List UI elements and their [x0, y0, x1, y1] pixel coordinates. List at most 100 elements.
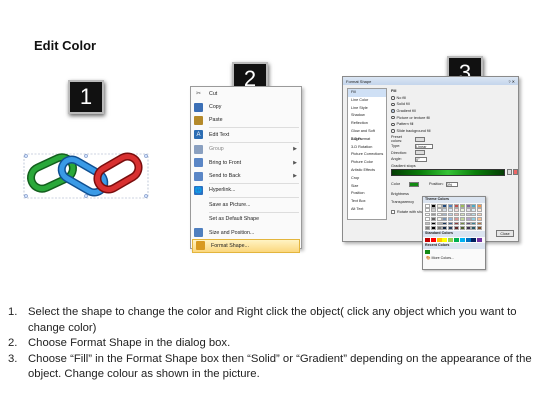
category-alt-text[interactable]: Alt Text — [348, 206, 386, 214]
chain-links-graphic[interactable] — [22, 150, 150, 202]
color-swatch[interactable] — [471, 217, 477, 221]
color-swatch[interactable] — [465, 204, 471, 208]
color-swatch[interactable] — [448, 225, 454, 230]
color-swatch[interactable] — [430, 208, 436, 212]
color-swatch[interactable] — [430, 204, 436, 208]
radio-icon[interactable] — [391, 122, 395, 127]
color-swatch[interactable] — [459, 217, 465, 221]
color-swatch[interactable] — [442, 238, 448, 242]
color-swatch[interactable] — [477, 225, 483, 230]
category-text-box[interactable]: Text Box — [348, 198, 386, 206]
radio-icon[interactable] — [391, 96, 395, 100]
option-no-fill[interactable]: No fill — [391, 95, 515, 102]
category-glow[interactable]: Glow and Soft Edges — [348, 128, 386, 141]
direction-button[interactable] — [415, 150, 425, 156]
color-swatch[interactable] — [436, 204, 442, 208]
color-swatch[interactable] — [448, 204, 454, 208]
color-swatch[interactable] — [436, 221, 442, 226]
color-swatch[interactable] — [471, 208, 477, 212]
color-swatch[interactable] — [465, 221, 471, 226]
menu-item-edit-text[interactable]: A Edit Text — [191, 128, 301, 141]
category-picture-color[interactable]: Picture Color — [348, 159, 386, 167]
color-swatch[interactable] — [430, 238, 436, 242]
category-artistic-effects[interactable]: Artistic Effects — [348, 167, 386, 175]
color-swatch[interactable] — [465, 217, 471, 221]
option-picture-fill[interactable]: Picture or texture fill — [391, 114, 515, 121]
color-swatch[interactable] — [465, 238, 471, 242]
color-swatch[interactable] — [453, 225, 459, 230]
option-slide-background-fill[interactable]: Slide background fill — [391, 128, 515, 135]
color-swatch[interactable] — [459, 212, 465, 217]
theme-colors-grid[interactable] — [423, 203, 485, 232]
category-reflection[interactable]: Reflection — [348, 120, 386, 128]
color-swatch[interactable] — [436, 212, 442, 217]
color-swatch[interactable] — [471, 238, 477, 242]
color-swatch[interactable] — [442, 221, 448, 226]
radio-icon[interactable] — [391, 115, 395, 120]
color-swatch[interactable] — [465, 225, 471, 230]
color-swatch[interactable] — [425, 208, 430, 212]
category-shadow[interactable]: Shadow — [348, 112, 386, 120]
remove-stop-icon[interactable] — [513, 169, 518, 175]
color-swatch[interactable] — [430, 221, 436, 226]
color-swatch[interactable] — [425, 212, 430, 217]
radio-icon[interactable] — [391, 102, 395, 107]
color-swatch[interactable] — [436, 217, 442, 221]
more-colors-item[interactable]: 🎨 More Colors... — [423, 255, 485, 261]
category-3d-format[interactable]: 3-D Format — [348, 136, 386, 144]
color-swatch[interactable] — [453, 208, 459, 212]
recent-colors-grid[interactable] — [423, 249, 485, 256]
color-swatch[interactable] — [436, 208, 442, 212]
gradient-stops-bar[interactable] — [391, 169, 505, 176]
color-swatch[interactable] — [459, 225, 465, 230]
color-swatch[interactable] — [430, 212, 436, 217]
menu-item-format-shape[interactable]: Format Shape... — [192, 239, 300, 253]
radio-selected-icon[interactable] — [391, 109, 395, 113]
checkbox-icon[interactable] — [391, 210, 395, 215]
category-line-color[interactable]: Line Color — [348, 97, 386, 105]
color-swatch[interactable] — [430, 217, 436, 221]
color-swatch[interactable] — [442, 225, 448, 230]
color-swatch[interactable] — [430, 225, 436, 230]
color-swatch[interactable] — [425, 221, 430, 226]
color-swatch[interactable] — [453, 221, 459, 226]
add-stop-icon[interactable] — [507, 169, 512, 175]
color-swatch[interactable] — [477, 212, 483, 217]
category-fill[interactable]: Fill — [348, 89, 386, 97]
color-swatch[interactable] — [425, 225, 430, 230]
color-swatch[interactable] — [471, 225, 477, 230]
color-swatch[interactable] — [448, 238, 454, 242]
color-swatch[interactable] — [442, 204, 448, 208]
option-pattern-fill[interactable]: Pattern fill — [391, 121, 515, 128]
color-swatch[interactable] — [448, 212, 454, 217]
color-swatch[interactable] — [471, 212, 477, 217]
color-swatch[interactable] — [442, 212, 448, 217]
option-gradient-fill[interactable]: Gradient fill — [391, 108, 515, 115]
standard-colors-grid[interactable] — [423, 237, 485, 244]
color-swatch[interactable] — [471, 221, 477, 226]
category-position[interactable]: Position — [348, 190, 386, 198]
color-swatch[interactable] — [459, 208, 465, 212]
menu-item-hyperlink[interactable]: 🌐 Hyperlink... — [191, 184, 301, 197]
close-button[interactable]: Close — [496, 230, 514, 237]
preset-colors-button[interactable] — [415, 136, 425, 142]
position-input[interactable]: 0% — [445, 181, 458, 187]
color-swatch[interactable] — [465, 212, 471, 217]
category-picture-corrections[interactable]: Picture Corrections — [348, 151, 386, 159]
type-select[interactable]: Linear — [415, 143, 433, 149]
color-swatch[interactable] — [471, 204, 477, 208]
color-swatch[interactable] — [425, 217, 430, 221]
menu-item-paste[interactable]: Paste — [191, 114, 301, 127]
category-crop[interactable]: Crop — [348, 175, 386, 183]
color-swatch[interactable] — [477, 204, 483, 208]
color-swatch[interactable] — [477, 217, 483, 221]
category-3d-rotation[interactable]: 3-D Rotation — [348, 144, 386, 152]
menu-item-group[interactable]: Group ▶ — [191, 143, 301, 156]
color-dropdown-button[interactable] — [409, 181, 419, 187]
option-solid-fill[interactable]: Solid fill — [391, 101, 515, 108]
menu-item-save-as-picture[interactable]: Save as Picture... — [191, 198, 301, 211]
color-swatch[interactable] — [477, 208, 483, 212]
category-size[interactable]: Size — [348, 183, 386, 191]
color-swatch[interactable] — [453, 238, 459, 242]
color-swatch[interactable] — [448, 208, 454, 212]
